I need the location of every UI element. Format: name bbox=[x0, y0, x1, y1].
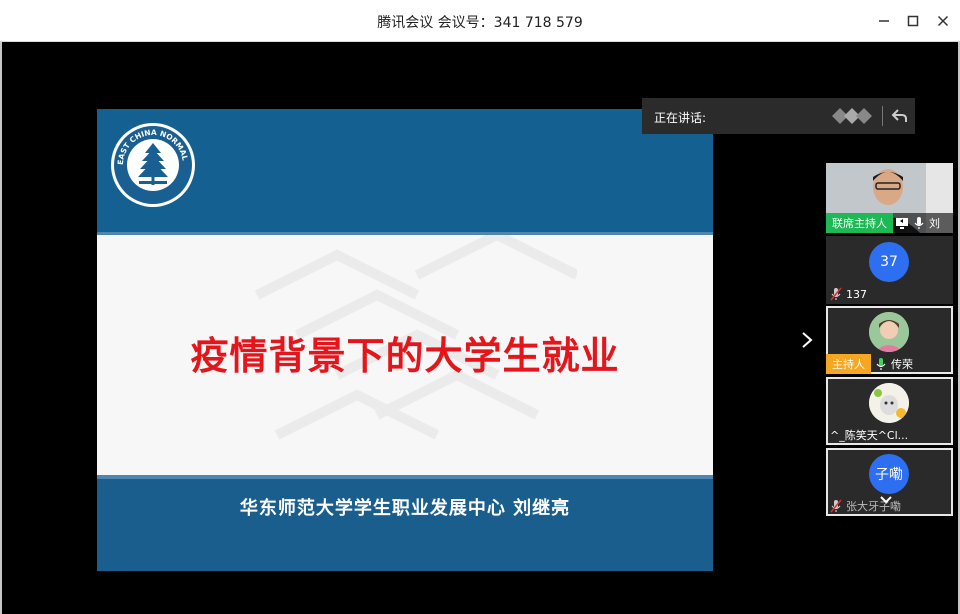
slide-subtitle: 华东师范大学学生职业发展中心 刘继亮 bbox=[239, 498, 571, 519]
window-title: 腾讯会议 会议号：341 718 579 bbox=[377, 15, 583, 31]
title-bar: 腾讯会议 会议号：341 718 579 bbox=[0, 0, 960, 42]
speaking-separator bbox=[882, 106, 883, 126]
participant-tile[interactable]: 主持人 传荣 bbox=[826, 306, 953, 374]
participant-name: 137 bbox=[846, 287, 867, 301]
participant-avatar-photo bbox=[869, 383, 909, 423]
participant-tile[interactable]: 37 137 bbox=[826, 236, 953, 304]
maximize-icon[interactable] bbox=[904, 12, 922, 30]
screen-share-icon bbox=[896, 218, 908, 229]
participant-avatar-photo bbox=[869, 312, 909, 352]
microphone-muted-icon bbox=[830, 287, 842, 301]
cohost-badge: 联席主持人 bbox=[826, 213, 893, 233]
host-badge: 主持人 bbox=[826, 354, 871, 374]
participant-name: ^_陈笑天^Cl... bbox=[830, 429, 909, 442]
participant-bar: 联席主持人 刘 bbox=[826, 213, 953, 233]
participant-name: 刘 bbox=[929, 217, 940, 230]
speaking-panel: 正在讲话: bbox=[642, 98, 915, 134]
close-icon[interactable] bbox=[934, 12, 952, 30]
participant-bar: ^_陈笑天^Cl... bbox=[826, 425, 953, 445]
university-logo-icon: EAST CHINA NORMAL UNIVERSITY bbox=[109, 121, 195, 207]
microphone-muted-icon bbox=[830, 499, 842, 513]
participant-tile[interactable]: 联席主持人 刘 bbox=[826, 163, 953, 233]
participant-avatar: 子嘞 bbox=[869, 454, 909, 494]
participant-bar: 137 bbox=[826, 284, 953, 304]
shared-slide: EAST CHINA NORMAL UNIVERSITY 疫情背景下的大学生就业… bbox=[97, 109, 713, 571]
expand-panel-chevron-icon[interactable] bbox=[799, 330, 815, 350]
slide-top-band: EAST CHINA NORMAL UNIVERSITY bbox=[97, 109, 713, 235]
minimize-icon[interactable] bbox=[875, 12, 893, 30]
slide-divider-bottom bbox=[97, 475, 713, 479]
scroll-down-chevron-icon[interactable] bbox=[878, 494, 894, 506]
microphone-active-icon bbox=[876, 358, 886, 370]
participant-bar: 主持人 传荣 bbox=[826, 354, 953, 374]
participant-name: 传荣 bbox=[891, 358, 913, 371]
speaking-label: 正在讲话: bbox=[654, 111, 707, 125]
participant-avatar: 37 bbox=[869, 242, 909, 282]
speaker-avatars-icon bbox=[832, 108, 872, 124]
microphone-icon bbox=[914, 217, 924, 229]
collapse-back-icon[interactable] bbox=[891, 107, 909, 125]
slide-bottom-band bbox=[97, 475, 713, 571]
slide-title: 疫情背景下的大学生就业 bbox=[190, 333, 620, 378]
participant-tile[interactable]: ^_陈笑天^Cl... bbox=[826, 377, 953, 445]
